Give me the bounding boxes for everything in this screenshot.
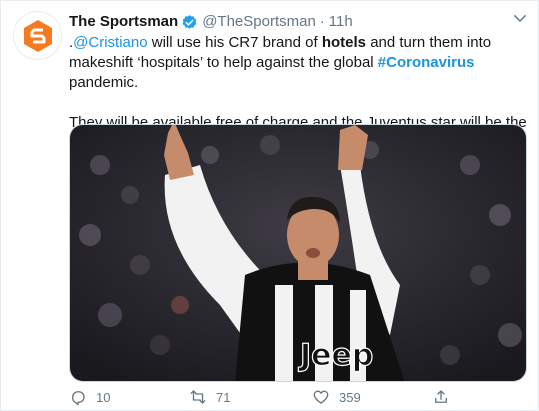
reply-icon [72,391,85,406]
like-button[interactable]: 359 [312,388,361,406]
chevron-down-icon[interactable] [511,9,529,27]
tweet-paragraph-1: .@Cristiano will use his CR7 brand of ho… [69,33,529,93]
avatar[interactable] [13,11,62,60]
retweet-icon [190,390,206,404]
header-separator: · [319,13,325,30]
bold-text: hotels [321,34,367,51]
shirt-sponsor-text: Jeep [298,338,373,373]
tweet-header: The Sportsman @TheSportsman · 11h [69,12,353,32]
author-handle[interactable]: @TheSportsman [202,12,316,32]
player-photo: Jeep [70,125,526,381]
tweet-media-photo[interactable]: Jeep [69,124,527,382]
author-name[interactable]: The Sportsman [69,12,178,32]
mention-link[interactable]: @Cristiano [73,34,147,51]
verified-badge-icon [182,14,197,29]
like-icon [313,390,329,404]
hashtag-link[interactable]: #Coronavirus [378,54,475,71]
reply-count: 10 [96,389,111,405]
like-count: 359 [339,389,361,405]
share-icon [435,390,447,403]
tweet-actions: 10 71 359 [69,388,529,408]
text-segment: will use his CR7 brand of [147,34,322,51]
retweet-button[interactable]: 71 [189,388,230,406]
tweet-timestamp[interactable]: 11h [329,12,353,32]
reply-button[interactable]: 10 [69,388,110,406]
avatar-logo-icon [23,19,52,52]
share-button[interactable] [432,388,450,406]
tweet-card[interactable]: The Sportsman @TheSportsman · 11h .@Cris… [0,0,539,411]
text-segment: pandemic. [69,74,139,91]
retweet-count: 71 [216,389,231,405]
